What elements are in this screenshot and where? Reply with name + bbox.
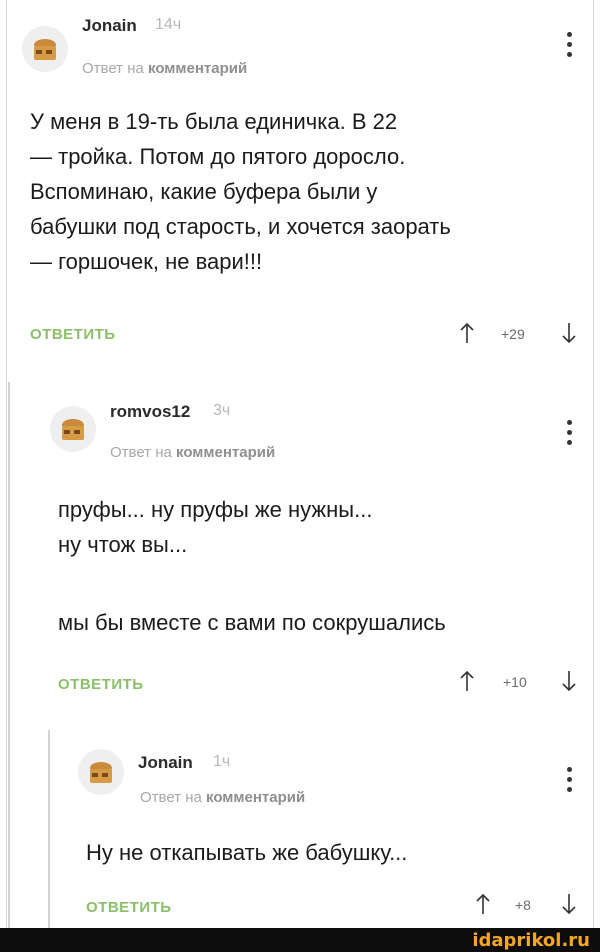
reply-to-prefix: Ответ на bbox=[82, 60, 144, 77]
timestamp: 14ч bbox=[155, 16, 182, 33]
more-icon[interactable] bbox=[566, 32, 574, 62]
avatar[interactable] bbox=[78, 749, 124, 795]
rating-count: +8 bbox=[515, 897, 531, 913]
avatar[interactable] bbox=[50, 406, 96, 452]
arrow-down-icon[interactable] bbox=[561, 670, 577, 692]
comment-line: У меня в 19-ть была единичка. В 22 bbox=[30, 109, 398, 134]
timestamp: 1ч bbox=[213, 753, 231, 770]
arrow-up-icon[interactable] bbox=[475, 893, 491, 915]
comment-line: Ну не откапывать же бабушку... bbox=[86, 840, 408, 865]
comment-1: Jonain 14ч Ответ на комментарий У меня в… bbox=[0, 0, 600, 360]
reply-to-prefix: Ответ на bbox=[140, 789, 202, 806]
comment-line: мы бы вместе с вами по сокрушались bbox=[58, 610, 446, 635]
watermark-bar: idaprikol.ru bbox=[0, 928, 600, 952]
timestamp: 3ч bbox=[213, 402, 231, 419]
reply-to-link[interactable]: комментарий bbox=[148, 60, 247, 77]
username[interactable]: Jonain bbox=[138, 753, 193, 773]
reply-to-link[interactable]: комментарий bbox=[206, 789, 305, 806]
comment-line: Вспоминаю, какие буфера были у bbox=[30, 179, 378, 204]
comment-line: бабушки под старость, и хочется заорать bbox=[30, 214, 451, 239]
avatar-icon bbox=[78, 749, 124, 795]
reply-to-prefix: Ответ на bbox=[110, 444, 172, 461]
more-icon[interactable] bbox=[566, 420, 574, 450]
reply-to-label: Ответ на комментарий bbox=[110, 444, 275, 461]
reply-button[interactable]: ОТВЕТИТЬ bbox=[86, 899, 172, 916]
reply-to-label: Ответ на комментарий bbox=[82, 60, 247, 77]
rating-count: +29 bbox=[501, 326, 525, 342]
comment-body: Ну не откапывать же бабушку... bbox=[86, 835, 576, 870]
reply-to-label: Ответ на комментарий bbox=[140, 789, 305, 806]
avatar-icon bbox=[22, 26, 68, 72]
rating-count: +10 bbox=[503, 674, 527, 690]
comment-line: ну чтож вы... bbox=[58, 532, 188, 557]
arrow-down-icon[interactable] bbox=[561, 322, 577, 344]
reply-button[interactable]: ОТВЕТИТЬ bbox=[30, 326, 116, 343]
comment-body: У меня в 19-ть была единичка. В 22 — тро… bbox=[30, 104, 580, 279]
comment-3: Jonain 1ч Ответ на комментарий Ну не отк… bbox=[0, 725, 600, 928]
reply-to-link[interactable]: комментарий bbox=[176, 444, 275, 461]
arrow-up-icon[interactable] bbox=[459, 322, 475, 344]
watermark-text: idaprikol.ru bbox=[472, 930, 590, 951]
comment-2: romvos12 3ч Ответ на комментарий пруфы..… bbox=[0, 380, 600, 710]
arrow-up-icon[interactable] bbox=[459, 670, 475, 692]
comment-line: пруфы... ну пруфы же нужны... bbox=[58, 497, 373, 522]
reply-button[interactable]: ОТВЕТИТЬ bbox=[58, 676, 144, 693]
comment-line: — тройка. Потом до пятого доросло. bbox=[30, 144, 406, 169]
username[interactable]: Jonain bbox=[82, 16, 137, 36]
comment-line: — горшочек, не вари!!! bbox=[30, 249, 263, 274]
more-icon[interactable] bbox=[566, 767, 574, 797]
avatar-icon bbox=[50, 406, 96, 452]
username[interactable]: romvos12 bbox=[110, 402, 190, 422]
arrow-down-icon[interactable] bbox=[561, 893, 577, 915]
comment-line bbox=[58, 562, 578, 597]
comment-body: пруфы... ну пруфы же нужны... ну чтож вы… bbox=[58, 492, 578, 640]
avatar[interactable] bbox=[22, 26, 68, 72]
